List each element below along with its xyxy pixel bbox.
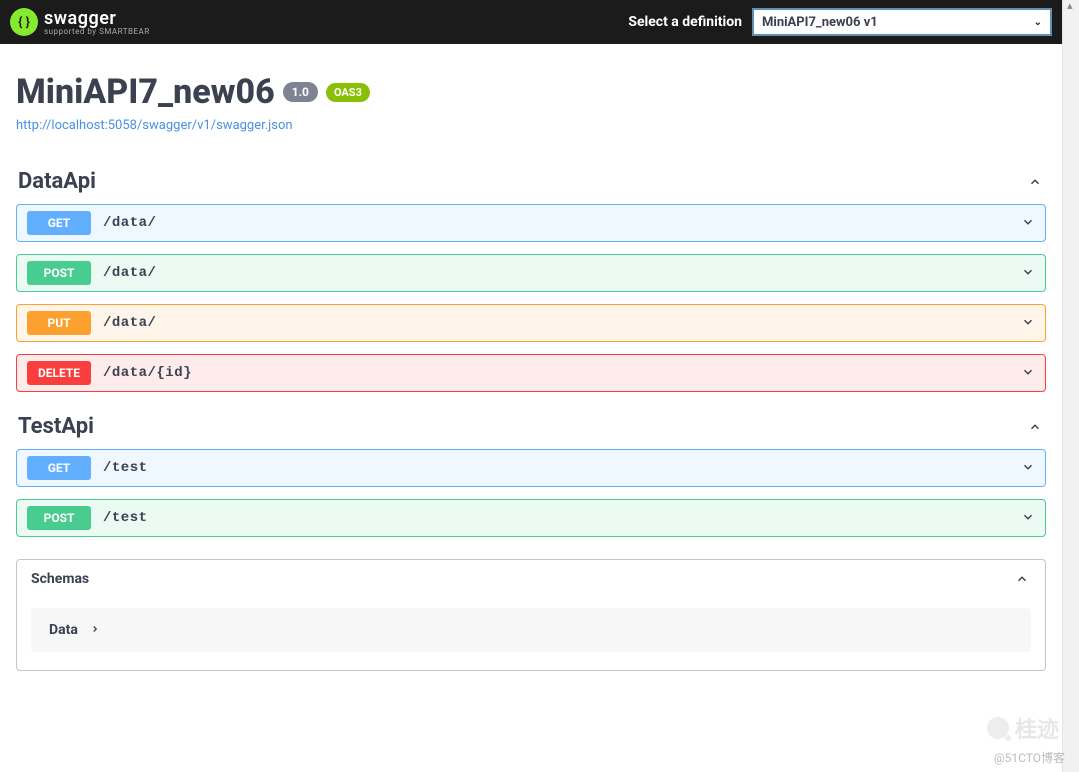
schema-name: Data [49, 622, 78, 638]
http-method-badge: GET [27, 211, 91, 235]
operation-row[interactable]: POST/test [16, 499, 1046, 537]
operation-path: /data/ [103, 315, 1021, 331]
swagger-json-link[interactable]: http://localhost:5058/swagger/v1/swagger… [16, 118, 293, 133]
http-method-badge: PUT [27, 311, 91, 335]
api-title: MiniAPI7_new06 [16, 72, 275, 112]
swagger-logo-icon: { } [10, 8, 38, 36]
operation-row[interactable]: GET/test [16, 449, 1046, 487]
logo: { } swagger supported by SMARTBEAR [10, 8, 150, 36]
chevron-down-icon [1021, 459, 1035, 478]
version-badge: 1.0 [283, 82, 318, 102]
operation-path: /data/ [103, 215, 1021, 231]
chevron-down-icon [1021, 364, 1035, 383]
operation-path: /test [103, 460, 1021, 476]
tag-header[interactable]: TestApi [16, 410, 1046, 449]
definition-selected: MiniAPI7_new06 v1 [762, 15, 878, 30]
topbar: { } swagger supported by SMARTBEAR Selec… [0, 0, 1062, 44]
operation-row[interactable]: PUT/data/ [16, 304, 1046, 342]
operation-row[interactable]: GET/data/ [16, 204, 1046, 242]
chat-bubble-icon [987, 717, 1009, 739]
operation-path: /data/{id} [103, 365, 1021, 381]
schemas-header[interactable]: Schemas [17, 560, 1045, 598]
oas-badge: OAS3 [326, 83, 370, 102]
operation-path: /test [103, 510, 1021, 526]
tag-section: DataApi GET/data/POST/data/PUT/data/DELET… [16, 165, 1046, 392]
chevron-down-icon: ⌄ [1034, 17, 1042, 28]
title-row: MiniAPI7_new06 1.0 OAS3 [16, 72, 1046, 112]
http-method-badge: POST [27, 506, 91, 530]
chevron-right-icon [90, 623, 100, 637]
tag-section: TestApiGET/testPOST/test [16, 410, 1046, 537]
page-scroll[interactable]: { } swagger supported by SMARTBEAR Selec… [0, 0, 1062, 772]
http-method-badge: DELETE [27, 361, 91, 385]
watermark-text: @51CTO博客 [994, 749, 1065, 766]
tag-name: DataApi [18, 169, 96, 194]
operation-row[interactable]: POST/data/ [16, 254, 1046, 292]
watermark-logo: 桂迹 [987, 712, 1059, 744]
logo-subtext: supported by SMARTBEAR [44, 27, 150, 36]
definition-select[interactable]: MiniAPI7_new06 v1 ⌄ [752, 8, 1052, 36]
chevron-down-icon [1021, 509, 1035, 528]
chevron-up-icon [1013, 570, 1031, 588]
chevron-up-icon [1026, 173, 1044, 191]
http-method-badge: GET [27, 456, 91, 480]
tag-header[interactable]: DataApi [16, 165, 1046, 204]
logo-text: swagger [44, 8, 116, 29]
http-method-badge: POST [27, 261, 91, 285]
tag-name: TestApi [18, 414, 94, 439]
definition-selector-wrap: Select a definition MiniAPI7_new06 v1 ⌄ [628, 8, 1052, 36]
chevron-up-icon [1026, 418, 1044, 436]
operation-path: /data/ [103, 265, 1021, 281]
operation-row[interactable]: DELETE/data/{id} [16, 354, 1046, 392]
chevron-down-icon [1021, 264, 1035, 283]
schemas-title: Schemas [31, 571, 89, 587]
schema-item[interactable]: Data [31, 608, 1031, 652]
vertical-scrollbar[interactable] [1062, 0, 1079, 772]
chevron-down-icon [1021, 214, 1035, 233]
content: MiniAPI7_new06 1.0 OAS3 http://localhost… [0, 44, 1062, 687]
schemas-section: Schemas Data [16, 559, 1046, 671]
chevron-down-icon [1021, 314, 1035, 333]
definition-label: Select a definition [628, 14, 742, 30]
